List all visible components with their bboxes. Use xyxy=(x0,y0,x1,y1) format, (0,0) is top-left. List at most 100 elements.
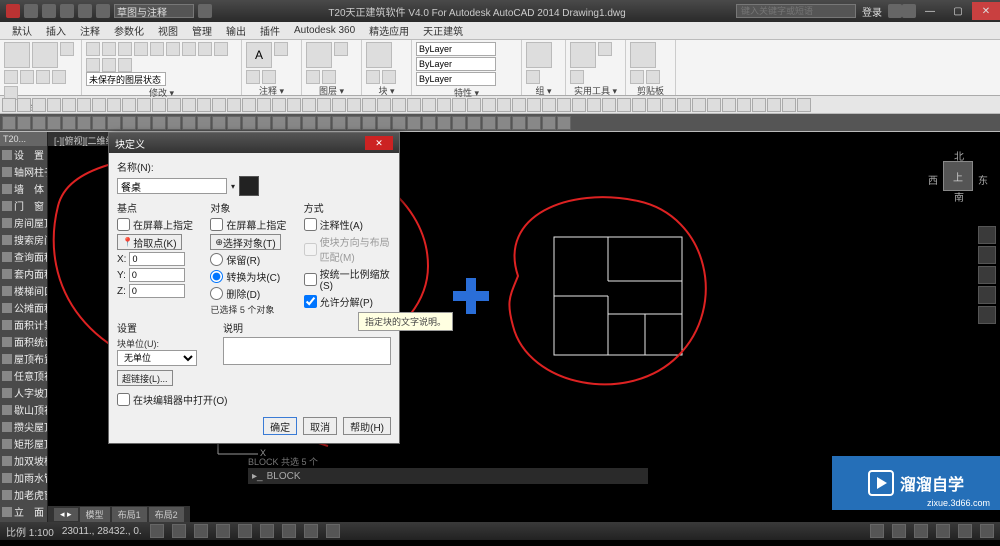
sidebar-item[interactable]: 套内面积 xyxy=(0,265,47,282)
circle-icon[interactable] xyxy=(60,42,74,56)
sidebar-item[interactable]: 加老虎窗 xyxy=(0,486,47,503)
toolbar-button[interactable] xyxy=(317,98,331,112)
nav-wheel-icon[interactable] xyxy=(978,226,996,244)
tab-model[interactable]: 模型 xyxy=(80,507,110,522)
toolbar-button[interactable] xyxy=(782,98,796,112)
sidebar-item[interactable]: 立 面 xyxy=(0,503,47,520)
basepoint-x-input[interactable] xyxy=(129,252,185,266)
toolbar-button[interactable] xyxy=(452,98,466,112)
toolbar-button[interactable] xyxy=(542,116,556,130)
copy-icon[interactable] xyxy=(102,42,116,56)
toolbar-button[interactable] xyxy=(737,98,751,112)
toolbar-button[interactable] xyxy=(92,98,106,112)
sidebar-item[interactable]: 屋顶布置 xyxy=(0,350,47,367)
toolbar-button[interactable] xyxy=(677,98,691,112)
toolbar-button[interactable] xyxy=(137,116,151,130)
layer-freeze-icon[interactable] xyxy=(306,70,320,84)
model-paper-toggle[interactable] xyxy=(870,524,884,538)
status-scale[interactable]: 比例 1:100 xyxy=(6,524,54,539)
insert-block-icon[interactable] xyxy=(366,42,392,68)
sidebar-item[interactable]: 门 窗 xyxy=(0,197,47,214)
toolbar-button[interactable] xyxy=(212,116,226,130)
sidebar-item[interactable]: 矩形屋顶 xyxy=(0,435,47,452)
leader-icon[interactable] xyxy=(246,70,260,84)
sidebar-item[interactable]: 面积统计 xyxy=(0,333,47,350)
toolbar-button[interactable] xyxy=(767,98,781,112)
sidebar-item[interactable]: 设 置 xyxy=(0,146,47,163)
toolbar-button[interactable] xyxy=(152,98,166,112)
toolbar-button[interactable] xyxy=(107,116,121,130)
tab-output[interactable]: 输出 xyxy=(220,22,252,39)
mirror-icon[interactable] xyxy=(150,42,164,56)
annotative-check[interactable] xyxy=(304,218,317,231)
isolate-objects-icon[interactable] xyxy=(958,524,972,538)
clean-screen-icon[interactable] xyxy=(980,524,994,538)
qat-open-icon[interactable] xyxy=(42,4,56,18)
toolbar-button[interactable] xyxy=(407,116,421,130)
hatch-icon[interactable] xyxy=(52,70,66,84)
basepoint-onscreen-check[interactable] xyxy=(117,218,130,231)
toolbar-button[interactable] xyxy=(362,98,376,112)
stretch-icon[interactable] xyxy=(118,42,132,56)
toolbar-button[interactable] xyxy=(77,116,91,130)
sidebar-item[interactable]: 攒尖屋顶 xyxy=(0,418,47,435)
toolbar-button[interactable] xyxy=(752,98,766,112)
toolbar-button[interactable] xyxy=(272,98,286,112)
workspace-switch-icon[interactable] xyxy=(914,524,928,538)
toolbar-button[interactable] xyxy=(527,98,541,112)
toolbar-button[interactable] xyxy=(242,98,256,112)
toolbar-button[interactable] xyxy=(122,116,136,130)
toolbar-button[interactable] xyxy=(557,116,571,130)
sidebar-item[interactable]: 加雨水管 xyxy=(0,469,47,486)
sidebar-item[interactable]: 人字坡顶 xyxy=(0,384,47,401)
tab-tangent[interactable]: 天正建筑 xyxy=(417,22,469,39)
toolbar-button[interactable] xyxy=(2,116,16,130)
group-icon[interactable] xyxy=(526,42,552,68)
tab-parametric[interactable]: 参数化 xyxy=(108,22,150,39)
nav-pan-icon[interactable] xyxy=(978,246,996,264)
toolbar-button[interactable] xyxy=(62,98,76,112)
explode-icon[interactable] xyxy=(118,58,132,72)
help-search-input[interactable] xyxy=(736,4,856,18)
toolbar-button[interactable] xyxy=(572,98,586,112)
measure-icon[interactable] xyxy=(570,42,596,68)
convert-radio[interactable] xyxy=(210,270,223,283)
toolbar-button[interactable] xyxy=(362,116,376,130)
toolbar-button[interactable] xyxy=(602,98,616,112)
hyperlink-button[interactable]: 超链接(L)... xyxy=(117,370,173,386)
layer-off-icon[interactable] xyxy=(334,42,348,56)
qat-more-icon[interactable] xyxy=(198,4,212,18)
sidebar-item[interactable]: 轴网柱子 xyxy=(0,163,47,180)
ellipse-icon[interactable] xyxy=(36,70,50,84)
toolbar-button[interactable] xyxy=(422,98,436,112)
lwt-toggle-icon[interactable] xyxy=(304,524,318,538)
basepoint-z-input[interactable] xyxy=(129,284,185,298)
help-button[interactable]: 帮助(H) xyxy=(343,417,391,435)
rect-icon[interactable] xyxy=(20,70,34,84)
sidebar-item[interactable]: 任意顶视 xyxy=(0,367,47,384)
edit-block-icon[interactable] xyxy=(382,70,396,84)
nav-zoom-icon[interactable] xyxy=(978,266,996,284)
scale-uniform-check[interactable] xyxy=(304,273,317,286)
toolbar-button[interactable] xyxy=(617,98,631,112)
toolbar-button[interactable] xyxy=(497,116,511,130)
toolbar-button[interactable] xyxy=(392,116,406,130)
workspace-combo[interactable]: 草图与注释 xyxy=(114,4,194,18)
ok-button[interactable]: 确定 xyxy=(263,417,297,435)
dialog-close-button[interactable]: ✕ xyxy=(365,136,393,150)
sidebar-item[interactable]: 房间屋顶 xyxy=(0,214,47,231)
toolbar-button[interactable] xyxy=(167,116,181,130)
toolbar-button[interactable] xyxy=(392,98,406,112)
tab-view[interactable]: 视图 xyxy=(152,22,184,39)
toolbar-button[interactable] xyxy=(92,116,106,130)
toolbar-button[interactable] xyxy=(302,116,316,130)
dialog-titlebar[interactable]: 块定义 ✕ xyxy=(109,133,399,153)
toolbar-button[interactable] xyxy=(692,98,706,112)
retain-radio[interactable] xyxy=(210,253,223,266)
toolbar-button[interactable] xyxy=(647,98,661,112)
tab-plugins[interactable]: 插件 xyxy=(254,22,286,39)
toolbar-button[interactable] xyxy=(272,116,286,130)
toolbar-button[interactable] xyxy=(257,116,271,130)
toolbar-button[interactable] xyxy=(242,116,256,130)
move-icon[interactable] xyxy=(86,42,100,56)
